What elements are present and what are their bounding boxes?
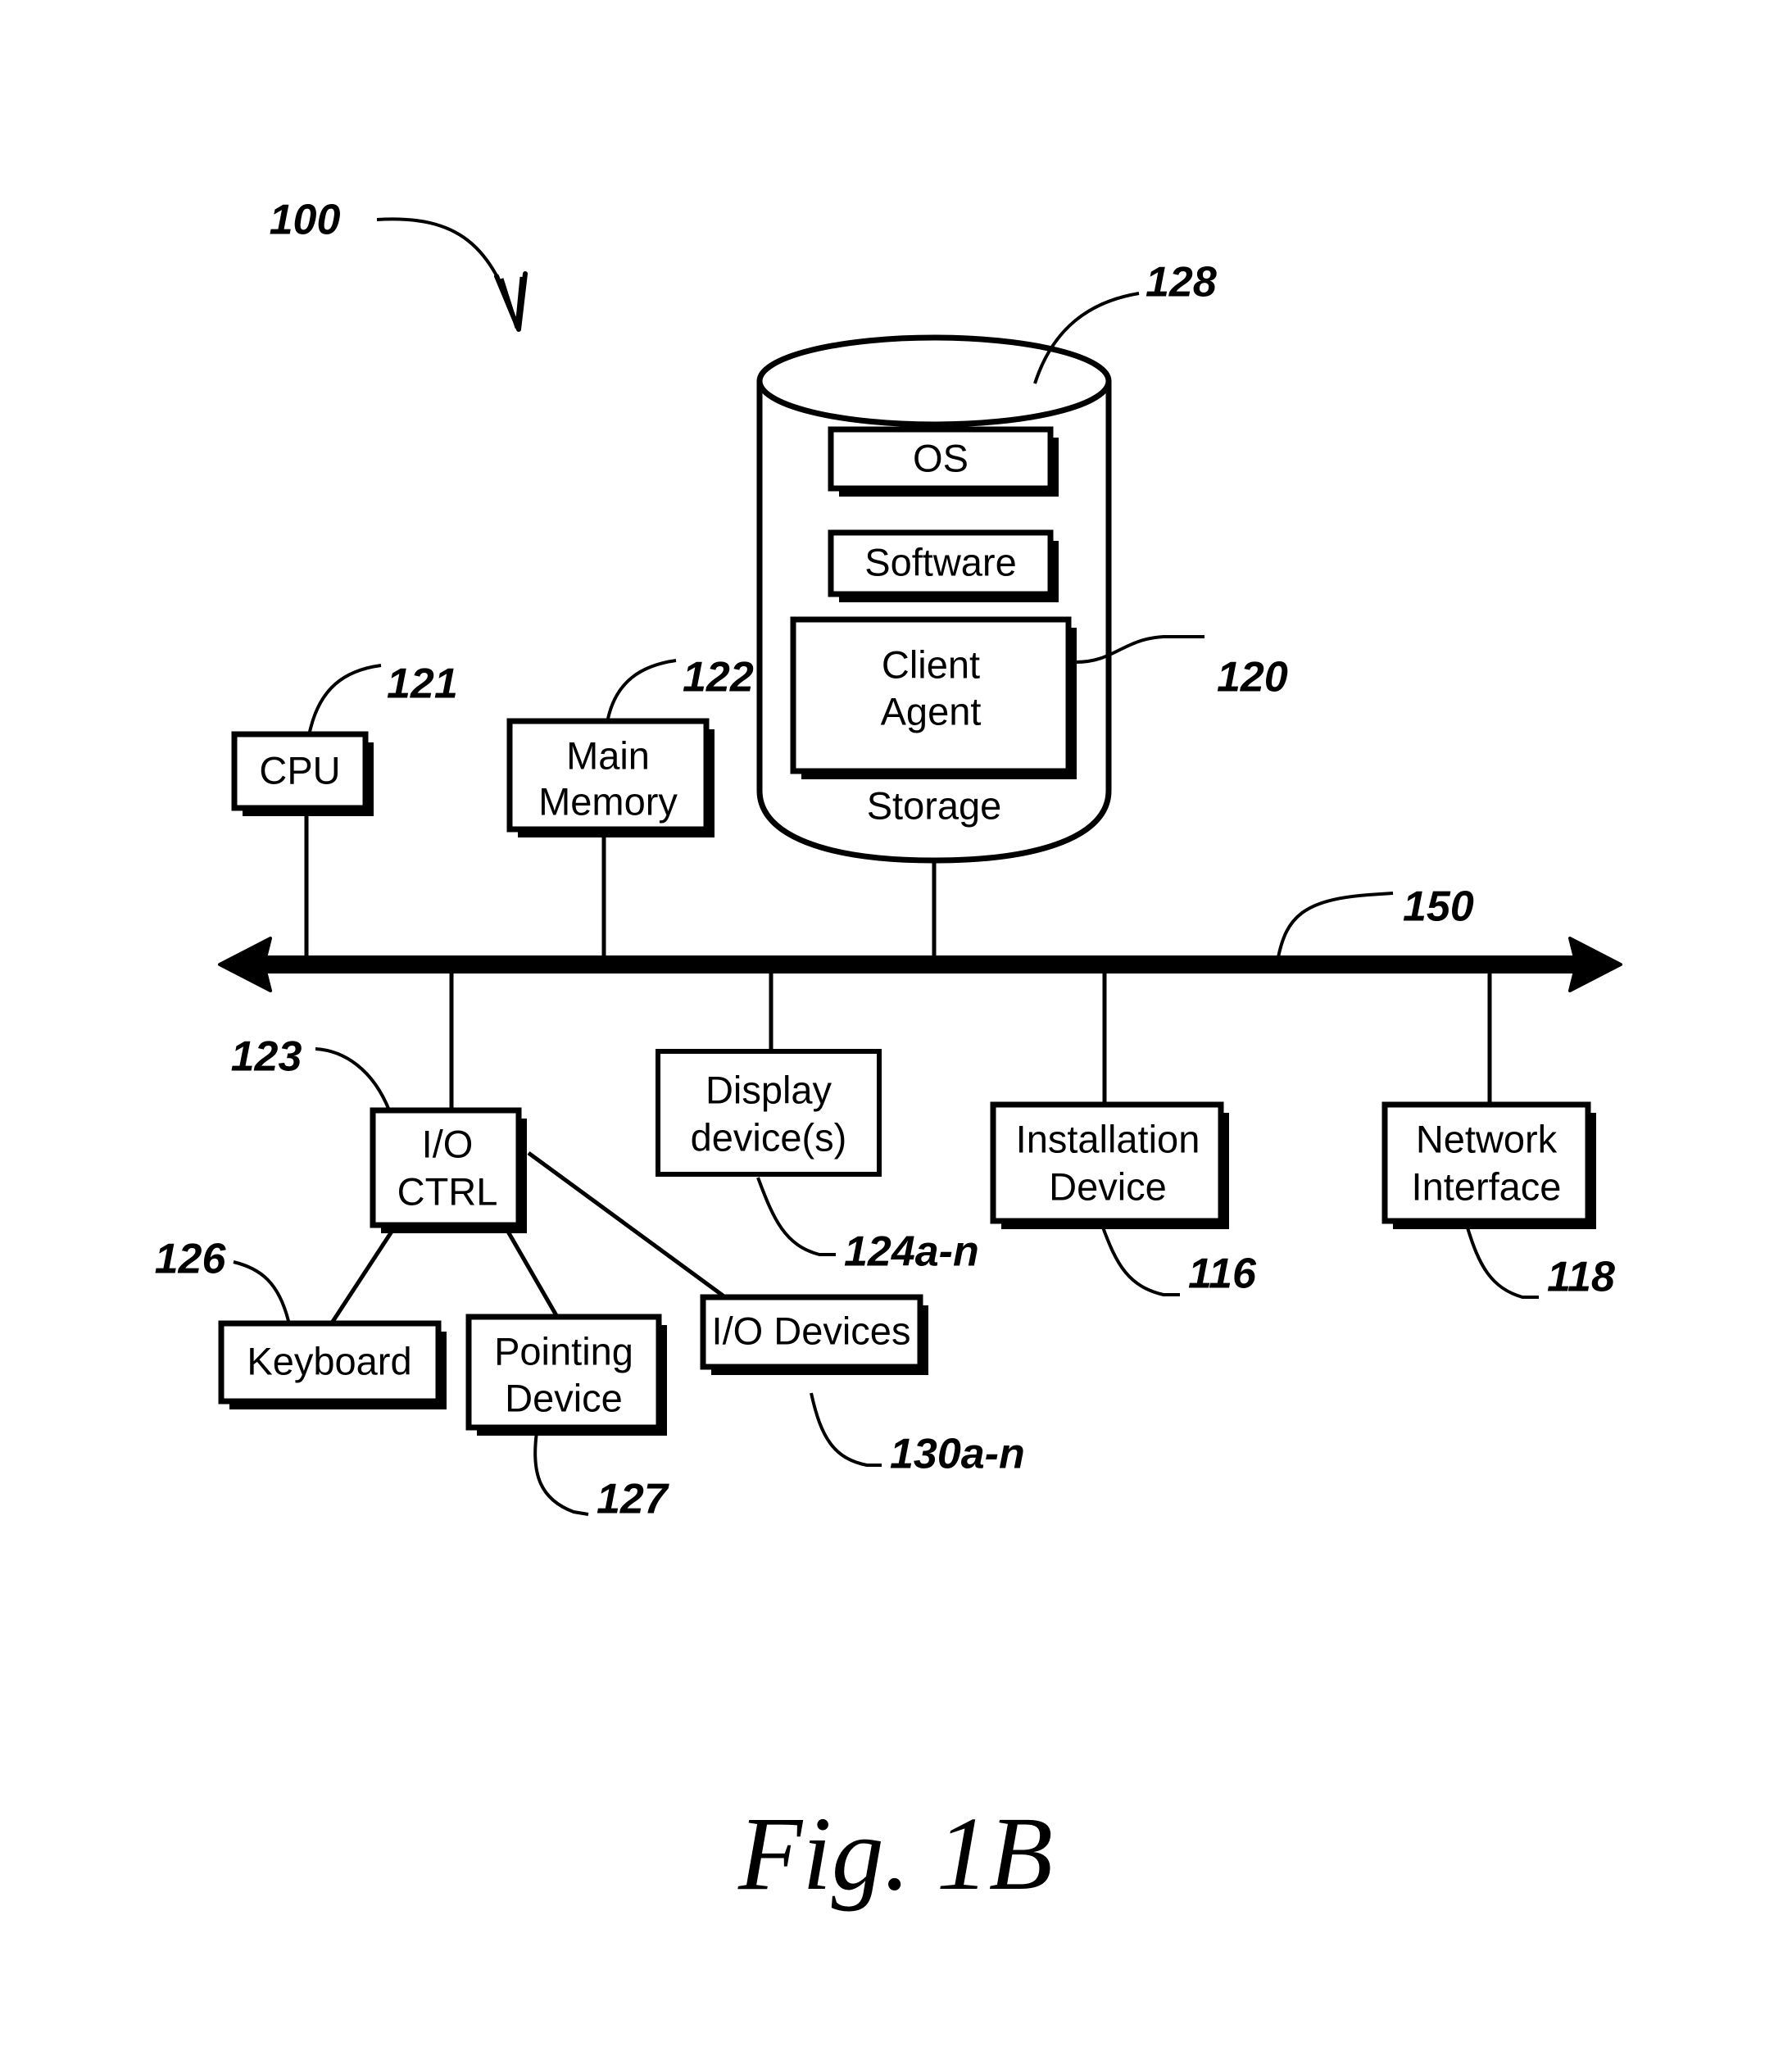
component-keyboard: Keyboard 126 — [155, 1236, 447, 1409]
network-interface-box-label-line2: Interface — [1412, 1164, 1562, 1208]
ref-label-126: 126 — [155, 1236, 227, 1283]
ref-label-128: 128 — [1146, 259, 1217, 306]
ref-label-120: 120 — [1217, 654, 1288, 701]
network-interface-ref-leader-line — [1465, 1224, 1539, 1299]
keyboard-box-label: Keyboard — [247, 1339, 411, 1382]
storage-item-client-agent: Client Agent — [790, 616, 1077, 779]
main-memory-box-label-line2: Memory — [538, 779, 678, 823]
component-cpu: CPU 121 — [231, 660, 458, 816]
display-device-ref-leader-line — [756, 1177, 836, 1256]
main-memory-ref-leader-line — [606, 659, 677, 719]
network-interface-box-label-line1: Network — [1416, 1117, 1558, 1160]
bus-ref-leader-line — [1277, 892, 1394, 958]
storage-cylinder-top — [756, 334, 1112, 428]
cpu-box-label: CPU — [259, 748, 340, 792]
system-bus: 150 — [218, 883, 1622, 992]
figure-caption: Fig. 1B — [737, 1795, 1053, 1912]
storage-cylinder: 128 OS Software Client Agent 120 Storage — [756, 259, 1288, 864]
patent-figure-page: 100 150 128 OS Software Client Agent 120… — [0, 0, 1792, 2065]
client-agent-box-label-line2: Agent — [881, 689, 982, 733]
bus-line — [238, 955, 1598, 974]
installation-device-box-label-line2: Device — [1049, 1164, 1167, 1208]
io-devices-ref-leader-line — [810, 1392, 882, 1467]
ref-label-121: 121 — [387, 660, 458, 708]
storage-label: Storage — [867, 783, 1002, 827]
pointing-device-box-label-line2: Device — [505, 1376, 623, 1419]
component-main-memory: Main Memory 122 — [506, 654, 754, 837]
component-installation-device: Installation Device 116 — [990, 1101, 1257, 1298]
component-display-device: Display device(s) 124a-n — [656, 1049, 979, 1276]
ref-label-130an: 130a-n — [890, 1431, 1025, 1478]
ref-label-124an: 124a-n — [844, 1228, 979, 1276]
component-io-ctrl: I/O CTRL 123 — [231, 1033, 527, 1233]
component-pointing-device: Pointing Device 127 — [465, 1314, 669, 1523]
ref-label-122: 122 — [683, 654, 754, 701]
bus-arrow-right — [1568, 937, 1622, 992]
os-box-label: OS — [913, 436, 969, 479]
keyboard-ref-leader-line — [233, 1260, 290, 1322]
display-device-box-label-line1: Display — [705, 1068, 832, 1111]
installation-device-ref-leader-line — [1100, 1224, 1180, 1296]
io-ctrl-box-label-line2: CTRL — [397, 1169, 498, 1213]
system-block-diagram: 100 150 128 OS Software Client Agent 120… — [155, 197, 1622, 1912]
storage-item-software: Software — [828, 529, 1059, 602]
main-memory-box-label-line1: Main — [566, 733, 650, 777]
ref-label-127: 127 — [597, 1476, 669, 1523]
component-network-interface: Network Interface 118 — [1381, 1101, 1615, 1301]
component-io-devices: I/O Devices 130a-n — [700, 1294, 1025, 1478]
ref-label-150: 150 — [1403, 883, 1474, 931]
storage-item-os: OS — [828, 426, 1059, 497]
system-ref-callout: 100 — [270, 197, 528, 332]
io-ctrl-ref-leader-line — [315, 1047, 391, 1111]
ref-label-123: 123 — [231, 1033, 302, 1081]
installation-device-box-label-line1: Installation — [1016, 1117, 1200, 1160]
ref-label-100: 100 — [270, 197, 341, 244]
pointing-device-ref-leader-line — [533, 1432, 589, 1516]
pointing-device-box-label-line1: Pointing — [494, 1329, 633, 1373]
client-agent-box-label-line1: Client — [882, 642, 980, 686]
io-ctrl-box-label-line1: I/O — [422, 1122, 474, 1165]
cpu-ref-leader-line — [308, 664, 382, 733]
software-box-label: Software — [864, 540, 1016, 583]
io-devices-box-label: I/O Devices — [712, 1309, 911, 1352]
ref-label-118: 118 — [1547, 1254, 1615, 1301]
system-ref-leader-line — [376, 217, 518, 324]
ref-label-116: 116 — [1188, 1250, 1257, 1298]
display-device-box-label-line2: device(s) — [691, 1115, 847, 1159]
bus-arrow-left — [218, 937, 272, 992]
